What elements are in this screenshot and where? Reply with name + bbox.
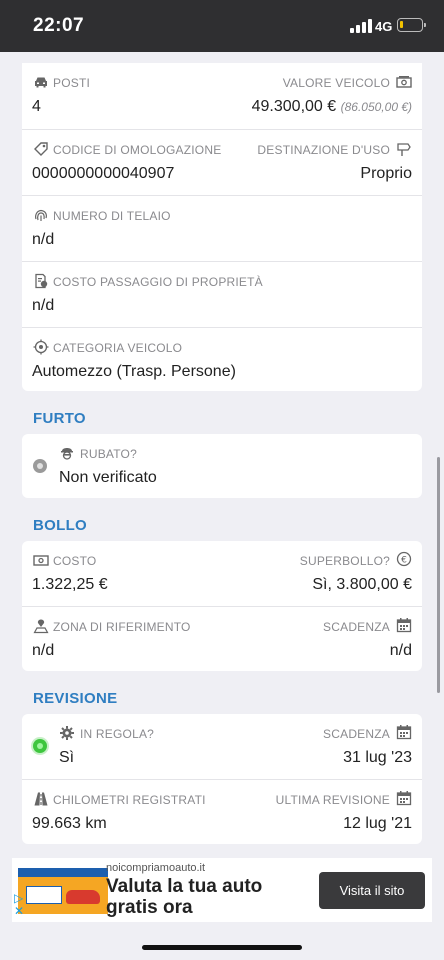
status-ok-icon: [33, 739, 47, 753]
row-categoria-veicolo: CATEGORIA VEICOLO Automezzo (Trasp. Pers…: [22, 327, 422, 391]
tag-icon: [34, 142, 48, 156]
codice-omologazione-label: CODICE DI OMOLOGAZIONE: [53, 143, 222, 157]
svg-text:€: €: [401, 556, 407, 566]
bollo-scadenza-label: SCADENZA: [323, 620, 390, 634]
ad-headline[interactable]: Valuta la tua auto gratis ora: [106, 876, 296, 918]
vehicle-details-card: POSTI 4 VALORE VEICOLO 49.300,00 € (86.0…: [22, 63, 422, 391]
bollo-card: COSTO 1.322,25 € SUPERBOLLO? € Sì, 3.800…: [22, 541, 422, 671]
numero-telaio-value: n/d: [32, 231, 55, 248]
costo-passaggio-label: COSTO PASSAGGIO DI PROPRIETÀ: [53, 275, 263, 289]
categoria-veicolo-value: Automezzo (Trasp. Persone): [32, 363, 236, 380]
road-icon: [34, 792, 48, 806]
in-regola-label: IN REGOLA?: [80, 727, 155, 741]
zona-label: ZONA DI RIFERIMENTO: [53, 620, 191, 634]
signal-icon: [350, 19, 372, 33]
euro-coin-icon: €: [396, 551, 412, 567]
fingerprint-icon: [35, 209, 47, 221]
superbollo-value: Sì, 3.800,00 €: [312, 576, 412, 593]
section-title-revisione: REVISIONE: [33, 690, 118, 707]
revisione-card: IN REGOLA? Sì SCADENZA 31 lug '23 CHILOM…: [22, 714, 422, 844]
home-indicator[interactable]: [142, 945, 302, 950]
rubato-value: Non verificato: [59, 469, 157, 486]
valore-veicolo-secondary: (86.050,00 €): [340, 100, 412, 114]
categoria-veicolo-label: CATEGORIA VEICOLO: [53, 341, 183, 355]
scrollbar[interactable]: [437, 457, 440, 693]
thief-icon: [61, 448, 73, 460]
revisione-scadenza-value: 31 lug '23: [343, 749, 412, 766]
status-bar: 22:07 4G: [0, 0, 444, 52]
costo-passaggio-value: n/d: [32, 297, 55, 314]
section-title-furto: FURTO: [33, 410, 86, 427]
signpost-icon: [397, 143, 411, 156]
row-omologazione-destinazione: CODICE DI OMOLOGAZIONE 0000000000040907 …: [22, 129, 422, 195]
row-costo-superbollo: COSTO 1.322,25 € SUPERBOLLO? € Sì, 3.800…: [22, 541, 422, 606]
numero-telaio-label: NUMERO DI TELAIO: [53, 209, 171, 223]
chilometri-value: 99.663 km: [32, 815, 107, 832]
car-icon: [35, 77, 47, 88]
codice-omologazione-value: 0000000000040907: [32, 165, 175, 182]
status-unknown-icon: [33, 459, 47, 473]
calendar-icon: [396, 618, 412, 633]
costo-value: 1.322,25 €: [32, 576, 108, 593]
in-regola-value: Sì: [59, 749, 75, 766]
valore-veicolo-label: VALORE VEICOLO: [282, 76, 390, 90]
row-numero-telaio: NUMERO DI TELAIO n/d: [22, 195, 422, 261]
posti-label: POSTI: [53, 76, 91, 90]
section-title-bollo: BOLLO: [33, 517, 87, 534]
revisione-scadenza-label: SCADENZA: [323, 727, 390, 741]
row-zona-scadenza: ZONA DI RIFERIMENTO n/d SCADENZA n/d: [22, 606, 422, 671]
calendar-icon: [396, 725, 412, 740]
map-pin-icon: [33, 619, 49, 634]
status-time: 22:07: [33, 15, 85, 36]
row-posti-valore: POSTI 4 VALORE VEICOLO 49.300,00 € (86.0…: [22, 63, 422, 129]
bollo-scadenza-value: n/d: [389, 642, 412, 659]
money-icon: [396, 76, 412, 88]
row-costo-passaggio: COSTO PASSAGGIO DI PROPRIETÀ n/d: [22, 261, 422, 327]
costo-label: COSTO: [53, 554, 97, 568]
gear-icon: [60, 726, 74, 740]
ad-thumbnail[interactable]: [18, 868, 108, 914]
furto-card: RUBATO? Non verificato: [22, 434, 422, 498]
superbollo-label: SUPERBOLLO?: [299, 554, 390, 568]
target-icon: [33, 339, 49, 355]
cash-icon: [33, 555, 49, 566]
ad-cta-button[interactable]: Visita il sito: [319, 872, 425, 909]
valore-veicolo-amount: 49.300,00 €: [251, 98, 337, 115]
posti-value: 4: [32, 98, 41, 115]
ad-domain[interactable]: noicompriamoauto.it: [106, 862, 205, 874]
rubato-label: RUBATO?: [80, 447, 137, 461]
adchoices-icon[interactable]: ▷ ✕: [14, 892, 24, 918]
ultima-revisione-value: 12 lug '21: [343, 815, 412, 832]
chilometri-label: CHILOMETRI REGISTRATI: [53, 793, 206, 807]
ad-banner[interactable]: ▷ ✕ noicompriamoauto.it Valuta la tua aut…: [12, 858, 432, 922]
valore-veicolo-value: 49.300,00 € (86.050,00 €): [252, 98, 412, 116]
destinazione-uso-value: Proprio: [360, 165, 412, 182]
row-chilometri-ultima: CHILOMETRI REGISTRATI 99.663 km ULTIMA R…: [22, 779, 422, 844]
ultima-revisione-label: ULTIMA REVISIONE: [275, 793, 390, 807]
network-type: 4G: [375, 19, 393, 34]
destinazione-uso-label: DESTINAZIONE D'USO: [257, 143, 390, 157]
row-in-regola-scadenza: IN REGOLA? Sì SCADENZA 31 lug '23: [22, 714, 422, 779]
calendar-icon: [396, 791, 412, 806]
zona-value: n/d: [32, 642, 55, 659]
battery-icon: [397, 18, 426, 32]
document-money-icon: [35, 273, 48, 289]
